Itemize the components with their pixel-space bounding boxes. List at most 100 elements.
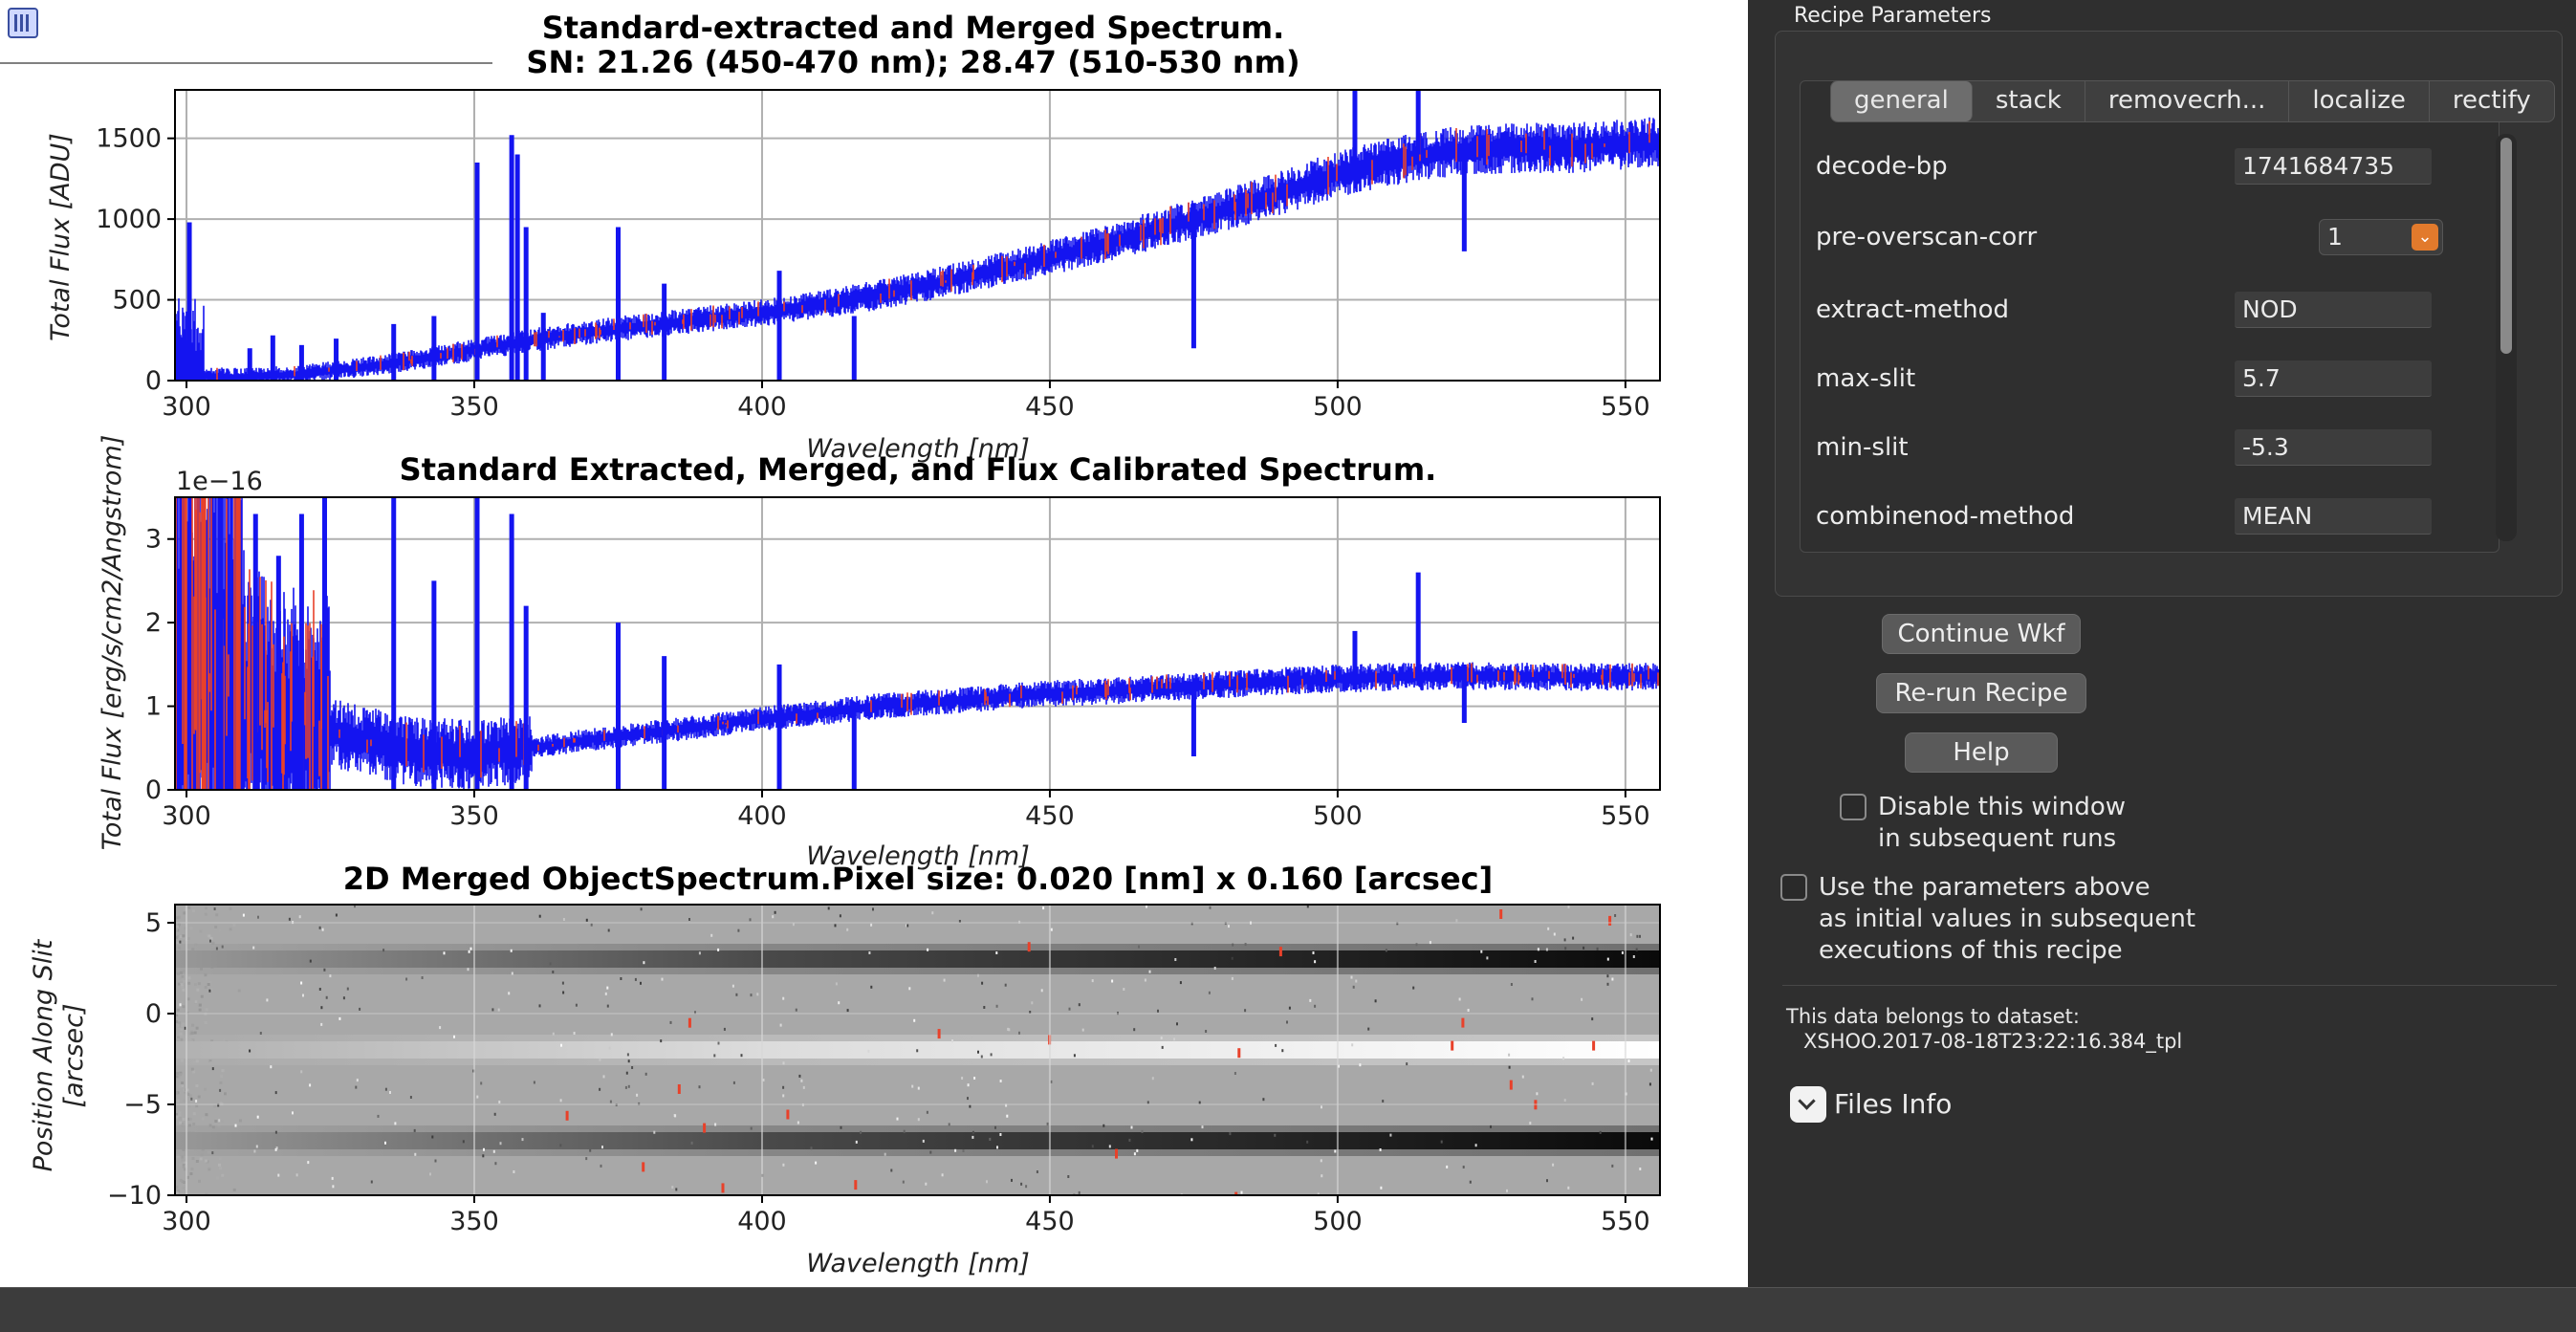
noise-pixel [782, 996, 785, 1000]
noise-pixel [917, 1118, 920, 1122]
parameters-scrollbar[interactable] [2496, 134, 2517, 541]
max-slit-field[interactable]: 5.7 [2235, 360, 2432, 397]
noise-pixel [320, 1022, 323, 1026]
bad-pixel [1115, 1148, 1118, 1159]
tab-rectify[interactable]: rectify [2430, 81, 2554, 121]
noise-pixel [573, 1032, 576, 1035]
noise-pixel [1201, 1125, 1204, 1129]
use-params-checkbox[interactable] [1780, 874, 1807, 901]
noise-pixel [750, 994, 753, 997]
figure-toolbar-icon[interactable] [8, 8, 38, 38]
noise-pixel [1546, 1179, 1548, 1183]
pre-overscan-corr-select[interactable]: 1 ⌄ [2319, 219, 2443, 255]
noise-pixel [1042, 906, 1045, 910]
noise-pixel [599, 1058, 601, 1061]
noise-pixel [1379, 1148, 1382, 1151]
noise-pixel [838, 1001, 840, 1005]
noise-pixel [476, 1095, 479, 1099]
disable-window-checkbox[interactable] [1840, 794, 1867, 820]
param-row-min-slit: min-slit -5.3 [1801, 424, 2460, 475]
noise-pixel [585, 918, 588, 922]
y-tick-label: 3 [145, 525, 162, 555]
noise-pixel [439, 1026, 442, 1030]
noise-pixel [1286, 1020, 1288, 1024]
param-row-pre-overscan-corr: pre-overscan-corr 1 ⌄ [1801, 213, 2460, 265]
noise-pixel [951, 1039, 953, 1043]
tab-stack[interactable]: stack [1973, 81, 2085, 121]
tab-localize[interactable]: localize [2289, 81, 2430, 121]
decode-bp-field[interactable]: 1741684735 [2235, 148, 2432, 185]
tab-removecrh[interactable]: removecrh... [2085, 81, 2290, 121]
noise-pixel [1198, 1101, 1201, 1104]
noise-pixel [318, 988, 321, 991]
x-tick-label: 450 [1025, 392, 1075, 422]
noise-pixel [1133, 1028, 1136, 1032]
noise-pixel [1508, 1065, 1511, 1069]
noise-pixel [1563, 938, 1566, 942]
noise-pixel [604, 992, 607, 995]
noise-pixel [855, 1140, 858, 1144]
noise-pixel [834, 924, 837, 928]
noise-pixel [1458, 997, 1461, 1001]
noise-pixel [1176, 1022, 1178, 1026]
noise-pixel [1031, 1001, 1034, 1005]
noise-pixel [870, 923, 873, 927]
noise-pixel [274, 1091, 277, 1095]
noise-pixel [631, 1066, 634, 1069]
noise-pixel [1229, 1132, 1232, 1136]
x-tick-label: 550 [1601, 392, 1650, 422]
noise-pixel [986, 1180, 988, 1184]
noise-pixel [750, 1126, 753, 1130]
noise-pixel [996, 1146, 998, 1149]
noise-pixel [1067, 1175, 1070, 1178]
noise-pixel [1174, 958, 1177, 961]
noise-pixel [1046, 1122, 1049, 1125]
noise-pixel [1650, 1137, 1653, 1141]
noise-pixel [321, 928, 324, 931]
noise-pixel [309, 1083, 312, 1087]
min-slit-field[interactable]: -5.3 [2235, 429, 2432, 466]
noise-pixel [1314, 1004, 1317, 1008]
noise-pixel [1190, 1138, 1193, 1142]
noise-pixel [1480, 950, 1483, 953]
noise-pixel [601, 1146, 603, 1149]
noise-pixel [600, 1164, 602, 1168]
continue-workflow-button[interactable]: Continue Wkf [1882, 614, 2081, 654]
x-tick-label: 500 [1313, 1207, 1363, 1236]
tab-general[interactable]: general [1831, 81, 1973, 121]
noise-pixel [394, 1122, 397, 1125]
param-row-extract-method: extract-method NOD [1801, 286, 2460, 338]
panel-title: Recipe Parameters [1794, 4, 1992, 28]
combinenod-method-field[interactable]: MEAN [2235, 498, 2432, 535]
noise-pixel [634, 977, 637, 981]
noise-pixel [1351, 1043, 1354, 1047]
noise-pixel [1138, 945, 1140, 949]
noise-pixel [497, 1008, 500, 1012]
noise-pixel [469, 947, 472, 950]
noise-pixel [298, 915, 301, 919]
noise-pixel [453, 1035, 455, 1038]
noise-pixel [511, 972, 513, 975]
noise-pixel [249, 1049, 251, 1053]
noise-pixel [1306, 1140, 1309, 1144]
noise-pixel [1627, 1059, 1630, 1063]
noise-pixel [1081, 1028, 1084, 1032]
noise-pixel [561, 981, 564, 985]
noise-pixel [1572, 936, 1575, 940]
noise-pixel [1446, 1165, 1449, 1168]
chevron-down-icon[interactable]: ⌄ [2412, 224, 2438, 251]
noise-pixel [627, 1084, 630, 1088]
files-info-toggle[interactable] [1790, 1086, 1826, 1123]
files-info-label[interactable]: Files Info [1834, 1086, 1952, 1123]
noise-pixel [1635, 948, 1638, 951]
noise-pixel [867, 1049, 870, 1053]
noise-pixel [1244, 943, 1247, 947]
help-button[interactable]: Help [1905, 732, 2058, 773]
rerun-recipe-button[interactable]: Re-run Recipe [1876, 673, 2086, 713]
scrollbar-thumb[interactable] [2500, 138, 2512, 354]
noise-pixel [674, 1114, 677, 1118]
noise-pixel [1136, 1148, 1139, 1152]
noise-pixel [1606, 982, 1609, 986]
extract-method-field[interactable]: NOD [2235, 292, 2432, 328]
x-tick-label: 350 [449, 392, 499, 422]
